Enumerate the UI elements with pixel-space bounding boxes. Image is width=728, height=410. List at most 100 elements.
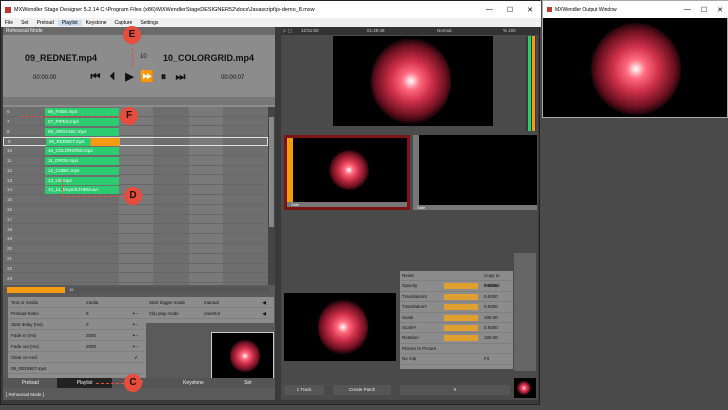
layer-prop-value[interactable]: 0.0000	[484, 302, 498, 312]
prop-value[interactable]: 0	[86, 319, 89, 330]
table-row[interactable]: 22	[3, 265, 268, 274]
prop-value[interactable]: 2000	[86, 330, 96, 341]
layer-prop-row[interactable]: Scale 100.00	[400, 313, 513, 323]
prop-row[interactable]: 09_REDNET.mp4	[8, 363, 146, 374]
track-button[interactable]: 1 Track	[284, 385, 324, 395]
layer-prop-value[interactable]: 1.0000	[484, 281, 498, 291]
layer-prop-value[interactable]: 0.0000	[484, 292, 498, 302]
clip-cell[interactable]: 10_COLORGRID.mp4	[45, 147, 119, 156]
menu-set[interactable]: Set	[17, 20, 33, 26]
prop-stepper[interactable]: + -	[133, 330, 138, 341]
clip-cell[interactable]: 13_US.mp4	[45, 176, 119, 185]
table-row[interactable]: 12 12_CUBIC.mp4	[3, 166, 268, 176]
layer-prop-row[interactable]: Reset Copy to Preload	[400, 271, 513, 288]
layer-prop-row[interactable]: ScaleY 0.5000	[400, 323, 513, 334]
prop-stepper[interactable]: + -	[133, 319, 138, 330]
clip-cell[interactable]: 09_REDNET.mp4	[46, 138, 120, 147]
value-bar[interactable]	[444, 293, 478, 300]
skip-first-icon[interactable]: ⏮	[89, 71, 102, 84]
create-patch-button[interactable]: Create Patch	[333, 385, 391, 395]
prop-row[interactable]: Clip play mode oneshot ◀	[146, 308, 274, 319]
prop-row[interactable]: Fade in (ms) 2000 + -	[8, 330, 146, 341]
layer-prop-value[interactable]: 100.00	[484, 313, 498, 323]
prop-row[interactable]: Text or media media	[8, 297, 146, 308]
layer-prop-row[interactable]: Opacity 1.0000	[400, 281, 513, 292]
tab-set[interactable]: Set	[221, 378, 275, 388]
layer-prop-value[interactable]: 180.00	[484, 333, 498, 343]
transport-slider[interactable]	[3, 97, 275, 105]
back-icon[interactable]: ▷ ▢	[283, 27, 292, 35]
table-row[interactable]: 13 13_US.mp4	[3, 176, 268, 186]
menu-capture[interactable]: Capture	[111, 20, 137, 26]
output-maximize-button[interactable]: ☐	[701, 6, 707, 14]
pause-icon[interactable]: ⏸	[157, 71, 170, 84]
table-row[interactable]: 21	[3, 255, 268, 264]
maximize-button[interactable]: ☐	[507, 6, 513, 14]
table-row[interactable]: 17	[3, 216, 268, 225]
skip-last-icon[interactable]: ⏭	[174, 71, 187, 84]
value-bar[interactable]	[444, 314, 478, 321]
table-row[interactable]: 23	[3, 275, 268, 284]
prop-row[interactable]: Preload Index 9 + -	[8, 308, 146, 319]
clip-cell[interactable]: 06_FADE.mp4	[45, 108, 119, 116]
clip-cell[interactable]: 07_PIPES.mp4	[45, 117, 119, 126]
table-row[interactable]: 10 10_COLORGRID.mp4	[3, 147, 268, 156]
horizontal-scrollbar[interactable]: 16	[7, 287, 269, 293]
clip-cell[interactable]: 11_DROS.mp4	[45, 157, 119, 165]
menu-preload[interactable]: Preload	[33, 20, 58, 26]
table-row[interactable]: 11 11_DROS.mp4	[3, 157, 268, 166]
tab-keystone[interactable]: Keystone	[166, 378, 220, 388]
close-button[interactable]: ✕	[527, 6, 533, 14]
blend-mode[interactable]: Normal	[437, 27, 452, 35]
clip-cell[interactable]: 08_ORGANIC.mp4	[45, 127, 119, 136]
layer-prop-value[interactable]: 0.5000	[484, 323, 498, 333]
value-bar[interactable]	[444, 304, 478, 311]
playlist-scrollbar[interactable]	[268, 107, 275, 285]
clip-cell[interactable]: 12_CUBIC.mp4	[45, 166, 119, 175]
layer-prop-row[interactable]: Rotation 180.00	[400, 333, 513, 344]
fast-forward-icon[interactable]: ⏩	[140, 71, 154, 84]
tab-preload[interactable]: Preload	[3, 378, 57, 388]
table-row[interactable]: 19	[3, 235, 268, 244]
prop-row[interactable]: Start delay (ms) 0 + -	[8, 319, 146, 330]
scroll-thumb[interactable]	[269, 117, 274, 227]
zoom-level[interactable]: % 100	[503, 27, 516, 35]
thumb-preview	[514, 378, 536, 398]
prop-stepper[interactable]: + -	[133, 341, 138, 352]
table-row[interactable]: 9 09_REDNET.mp4	[3, 137, 268, 147]
table-row[interactable]: 16	[3, 206, 268, 215]
prop-row[interactable]: Start trigger mode manual ◀	[146, 297, 274, 308]
prop-value[interactable]: 2000	[86, 341, 96, 352]
prop-value[interactable]: 9	[86, 308, 89, 319]
marker-line	[62, 196, 122, 197]
preload-tile-2[interactable]: Safe	[413, 135, 537, 210]
menu-file[interactable]: File	[1, 20, 17, 26]
layer-prop-row[interactable]: TranslationY 0.0000	[400, 302, 513, 313]
table-row[interactable]: 8 08_ORGANIC.mp4	[3, 127, 268, 137]
output-close-button[interactable]: ✕	[717, 6, 723, 14]
preload-tile-1[interactable]: Safe	[284, 135, 410, 210]
layer-prop-row[interactable]: TranslationX 0.0000	[400, 292, 513, 303]
close-x-button[interactable]: X	[400, 385, 510, 395]
prop-stepper[interactable]: ✓	[134, 352, 138, 363]
prop-stepper[interactable]: + -	[133, 308, 138, 319]
menu-keystone[interactable]: Keystone	[82, 20, 111, 26]
play-icon[interactable]: ▶	[123, 71, 136, 84]
clip-cell[interactable]: 14_14_KeyedLTHEM.avi	[45, 186, 119, 195]
layer-prop-row[interactable]: No mip Fit	[400, 354, 513, 365]
output-minimize-button[interactable]: —	[684, 6, 691, 14]
table-row[interactable]: 18	[3, 226, 268, 235]
layer-prop-value[interactable]: Fit	[484, 354, 489, 364]
prop-row[interactable]: Clear on end ✓	[8, 352, 146, 363]
previous-icon[interactable]: ⏴	[106, 71, 119, 84]
value-bar[interactable]	[444, 283, 478, 290]
menu-settings[interactable]: Settings	[136, 20, 162, 26]
layer-prop-row[interactable]: Picture In Picture	[400, 344, 513, 355]
value-bar[interactable]	[444, 324, 478, 331]
value-bar[interactable]	[444, 335, 478, 342]
prop-value[interactable]: media	[86, 297, 98, 308]
prop-row[interactable]: Fade out (ms) 2000 + -	[8, 341, 146, 352]
table-row[interactable]: 20	[3, 245, 268, 254]
minimize-button[interactable]: —	[486, 6, 493, 14]
menu-playlist[interactable]: Playlist	[57, 19, 82, 26]
